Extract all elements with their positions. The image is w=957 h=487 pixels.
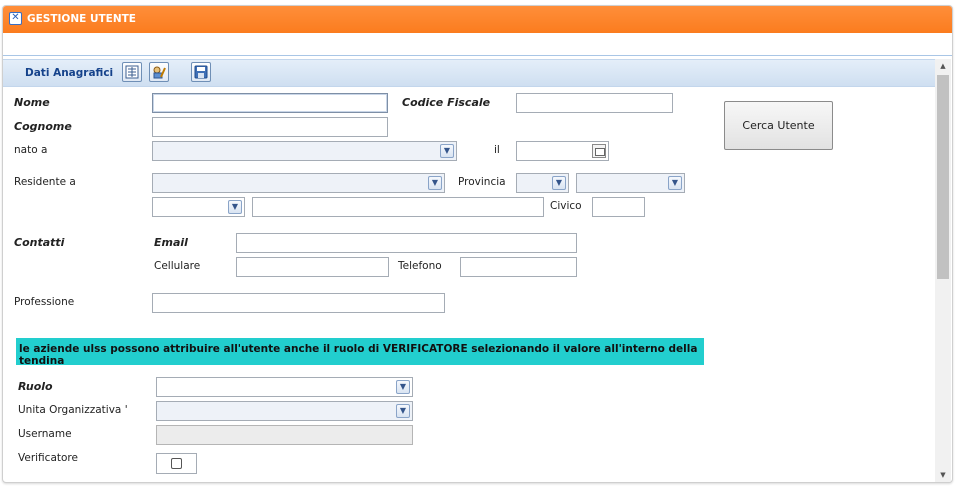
codice-fiscale-input[interactable] xyxy=(516,93,673,113)
save-button[interactable] xyxy=(191,62,211,82)
chevron-down-icon[interactable]: ▼ xyxy=(396,380,410,394)
chevron-down-icon[interactable]: ▼ xyxy=(668,176,682,190)
email-input[interactable] xyxy=(236,233,577,253)
nato-a-select[interactable]: ▼ xyxy=(152,141,457,161)
username-input[interactable] xyxy=(156,425,413,445)
provincia-select[interactable]: ▼ xyxy=(516,173,569,193)
nome-input[interactable] xyxy=(152,93,388,113)
scroll-up-icon[interactable]: ▲ xyxy=(935,59,951,73)
scroll-down-icon[interactable]: ▼ xyxy=(935,468,951,482)
contatti-label: Contatti xyxy=(14,236,65,249)
ruolo-label: Ruolo xyxy=(18,380,53,393)
unita-organizzativa-label: Unita Organizzativa ' xyxy=(18,404,128,416)
window-title: GESTIONE UTENTE xyxy=(27,13,136,25)
professione-input[interactable] xyxy=(152,293,445,313)
window-titlebar: ✕ GESTIONE UTENTE xyxy=(3,6,952,33)
codice-fiscale-label: Codice Fiscale xyxy=(402,96,491,109)
chevron-down-icon[interactable]: ▼ xyxy=(552,176,566,190)
gestione-utente-window: ✕ GESTIONE UTENTE Dati Anagrafici Nome C… xyxy=(2,5,953,483)
section-title: Dati Anagrafici xyxy=(25,67,114,79)
civico-label: Civico xyxy=(550,200,582,212)
cognome-input[interactable] xyxy=(152,117,388,137)
data-nascita-input[interactable] xyxy=(516,141,609,161)
civico-input[interactable] xyxy=(592,197,645,217)
nome-label: Nome xyxy=(14,96,50,109)
section-header: Dati Anagrafici xyxy=(3,59,935,87)
calendar-icon[interactable] xyxy=(592,144,606,158)
tipo-via-select[interactable]: ▼ xyxy=(152,197,245,217)
floppy-save-icon xyxy=(194,65,208,79)
ruolo-select[interactable]: ▼ xyxy=(156,377,413,397)
info-banner: le aziende ulss possono attribuire all'u… xyxy=(16,338,704,367)
list-button[interactable] xyxy=(122,62,142,82)
comune-select[interactable]: ▼ xyxy=(576,173,685,193)
provincia-label: Provincia xyxy=(458,176,506,188)
indirizzo-input[interactable] xyxy=(252,197,544,217)
username-label: Username xyxy=(18,428,72,440)
chevron-down-icon[interactable]: ▼ xyxy=(396,404,410,418)
nato-a-label: nato a xyxy=(14,144,48,156)
il-label: il xyxy=(494,144,500,156)
edit-user-button[interactable] xyxy=(149,62,169,82)
chevron-down-icon[interactable]: ▼ xyxy=(440,144,454,158)
verificatore-field xyxy=(156,453,197,474)
cellulare-label: Cellulare xyxy=(154,260,201,272)
edit-user-icon xyxy=(153,66,166,79)
email-label: Email xyxy=(154,236,188,249)
cellulare-input[interactable] xyxy=(236,257,389,277)
residente-a-label: Residente a xyxy=(14,176,76,188)
form-content: Nome Codice Fiscale Cerca Utente Cognome… xyxy=(3,86,935,482)
close-icon[interactable]: ✕ xyxy=(9,12,22,25)
list-icon xyxy=(125,65,139,79)
verificatore-checkbox[interactable] xyxy=(171,458,182,469)
cerca-utente-button[interactable]: Cerca Utente xyxy=(724,101,833,150)
telefono-input[interactable] xyxy=(460,257,577,277)
cognome-label: Cognome xyxy=(14,120,72,133)
unita-organizzativa-select[interactable]: ▼ xyxy=(156,401,413,421)
chevron-down-icon[interactable]: ▼ xyxy=(428,176,442,190)
professione-label: Professione xyxy=(14,296,75,308)
scroll-thumb[interactable] xyxy=(937,75,949,279)
chevron-down-icon[interactable]: ▼ xyxy=(228,200,242,214)
window-subbar xyxy=(3,33,952,56)
residente-a-select[interactable]: ▼ xyxy=(152,173,445,193)
telefono-label: Telefono xyxy=(398,260,442,272)
verificatore-label: Verificatore xyxy=(18,452,78,464)
vertical-scrollbar[interactable]: ▲ ▼ xyxy=(935,59,951,482)
